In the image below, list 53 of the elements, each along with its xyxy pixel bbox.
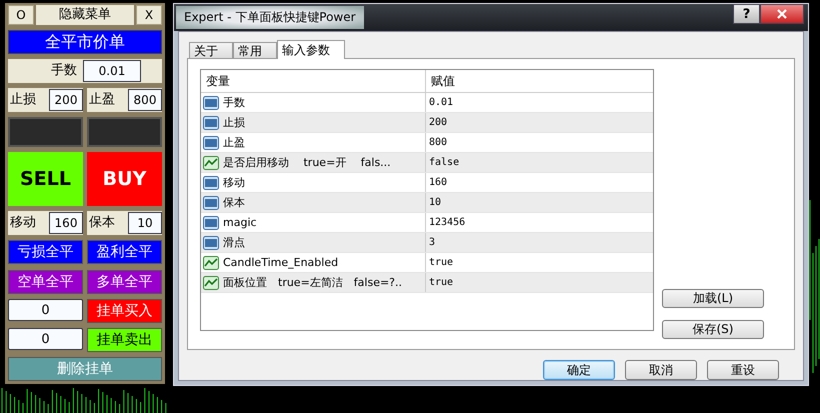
- parameter-name: 止盈: [223, 135, 245, 150]
- sell-button[interactable]: SELL: [8, 152, 83, 206]
- close-all-button[interactable]: 全平市价单: [8, 30, 162, 54]
- parameter-value: true: [428, 256, 454, 270]
- parameter-name: 是否启用移动 true=开 fals...: [223, 155, 391, 170]
- parameter-name: 面板位置 true=左简洁 false=?..: [223, 275, 402, 290]
- close-orders-button[interactable]: 多单全平: [87, 270, 162, 294]
- column-header: 变量: [201, 70, 426, 92]
- window-title: Expert - 下单面板快捷键Power: [176, 6, 364, 29]
- column-header: 赋值: [430, 73, 456, 90]
- parameter-value: 123456: [428, 216, 466, 230]
- parameter-name: magic: [223, 216, 257, 229]
- close-icon: [777, 9, 787, 19]
- parameter-name: 保本: [223, 195, 245, 210]
- help-button[interactable]: ?: [733, 4, 760, 24]
- pending-price-field[interactable]: 0: [8, 299, 83, 321]
- stop-loss-field[interactable]: 200: [49, 89, 83, 111]
- parameter-value: 3: [428, 236, 436, 250]
- pending-price-field[interactable]: 0: [8, 328, 83, 350]
- parameter-value: true: [428, 276, 454, 290]
- tab[interactable]: 常用: [233, 42, 277, 58]
- parameter-name: CandleTime_Enabled: [223, 256, 338, 269]
- parameter-name: 滑点: [223, 235, 245, 250]
- parameter-name: 止损: [223, 115, 245, 130]
- close-orders-button[interactable]: 空单全平: [8, 270, 83, 294]
- panel-title: 隐藏菜单: [36, 5, 134, 25]
- dialog-button[interactable]: 确定: [543, 360, 615, 380]
- close-orders-button[interactable]: 盈利全平: [87, 240, 162, 264]
- parameter-name: 移动: [223, 175, 245, 190]
- close-button[interactable]: [760, 4, 804, 24]
- side-button[interactable]: 加载(L): [662, 289, 764, 308]
- dialog-button[interactable]: 重设: [707, 360, 779, 380]
- breakeven-field[interactable]: 10: [128, 212, 162, 234]
- hide-button[interactable]: O: [8, 5, 34, 25]
- trailing-field[interactable]: 160: [49, 212, 83, 234]
- parameter-value: false: [428, 156, 460, 170]
- tab[interactable]: 输入参数: [277, 40, 345, 59]
- parameter-value: 0.01: [428, 96, 454, 110]
- pending-order-button[interactable]: 挂单卖出: [87, 328, 162, 352]
- lots-field[interactable]: 0.01: [83, 60, 141, 82]
- parameter-value: 10: [428, 196, 442, 210]
- pending-order-button[interactable]: 挂单买入: [87, 299, 162, 323]
- parameter-value: 160: [428, 176, 448, 190]
- parameter-name: 手数: [223, 95, 245, 110]
- take-profit-field[interactable]: 800: [128, 89, 162, 111]
- close-button[interactable]: X: [136, 5, 162, 25]
- side-button[interactable]: 保存(S): [662, 320, 764, 339]
- dialog-button[interactable]: 取消: [625, 360, 697, 380]
- close-orders-button[interactable]: 亏损全平: [8, 240, 83, 264]
- parameter-value: 200: [428, 116, 448, 130]
- parameter-value: 800: [428, 136, 448, 150]
- buy-button[interactable]: BUY: [87, 152, 162, 206]
- tab[interactable]: 关于: [189, 42, 233, 58]
